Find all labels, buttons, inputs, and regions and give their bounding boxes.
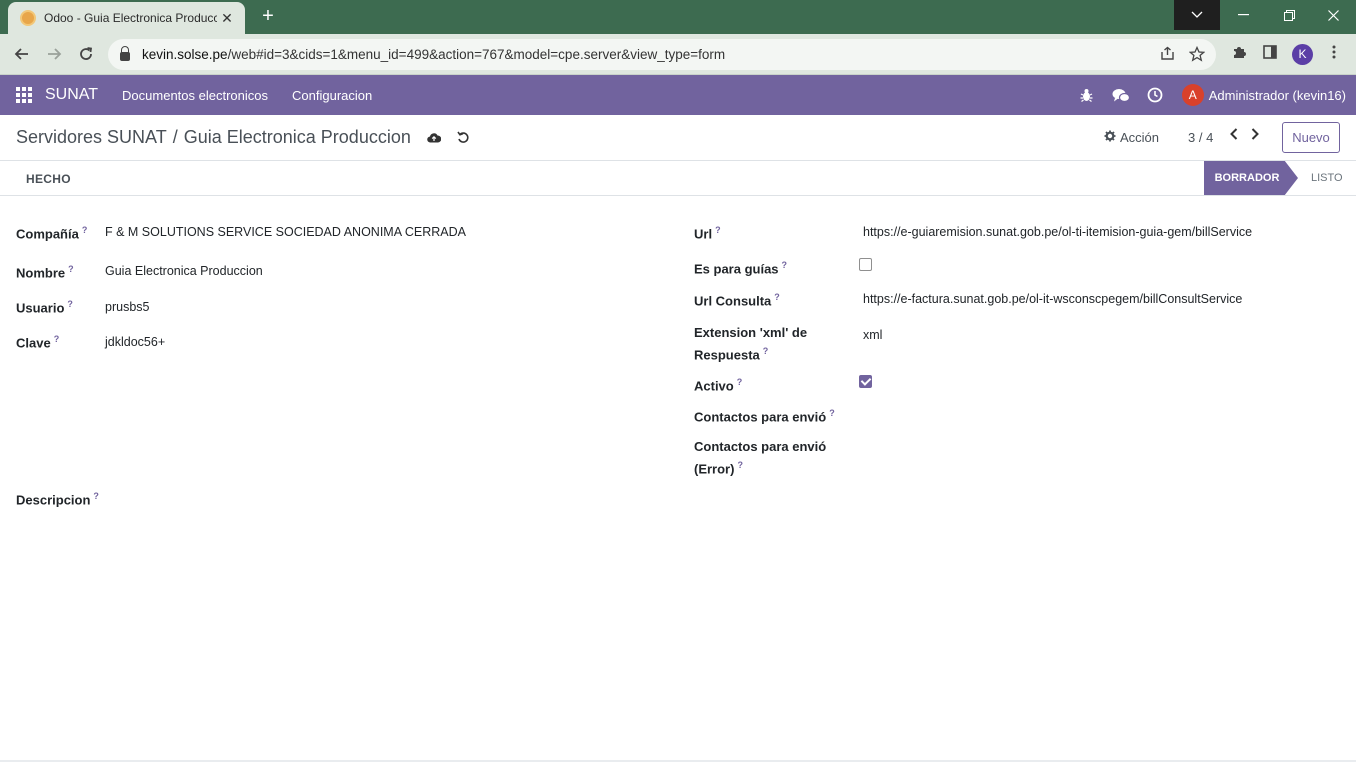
help-tooltip-icon[interactable]: ? xyxy=(737,377,743,387)
contactos-error-label: Contactos para envió (Error)? xyxy=(694,439,827,477)
control-panel: Servidores SUNAT / Guia Electronica Prod… xyxy=(0,115,1356,161)
url-consulta-label: Url Consulta? xyxy=(694,292,780,309)
help-tooltip-icon[interactable]: ? xyxy=(774,292,780,302)
descripcion-label: Descripcion? xyxy=(16,491,99,508)
side-panel-icon[interactable] xyxy=(1260,44,1280,64)
window-close-icon[interactable] xyxy=(1310,0,1356,30)
es-para-guias-label: Es para guías? xyxy=(694,260,788,277)
hecho-button[interactable]: HECHO xyxy=(26,172,71,186)
lock-icon xyxy=(120,46,130,61)
help-tooltip-icon[interactable]: ? xyxy=(93,491,99,501)
nombre-label: Nombre? xyxy=(16,264,74,281)
help-tooltip-icon[interactable]: ? xyxy=(82,225,88,235)
help-tooltip-icon[interactable]: ? xyxy=(715,225,721,235)
url-consulta-value[interactable]: https://e-factura.sunat.gob.pe/ol-it-wsc… xyxy=(863,292,1242,306)
odoo-favicon-icon xyxy=(20,10,36,26)
es-para-guias-checkbox[interactable] xyxy=(859,258,872,271)
forward-arrow-icon[interactable] xyxy=(42,42,66,66)
bug-icon[interactable] xyxy=(1078,86,1096,104)
breadcrumb-separator: / xyxy=(172,127,178,147)
clock-icon[interactable] xyxy=(1146,86,1164,104)
extension-xml-label: Extension 'xml' de Respuesta? xyxy=(694,325,808,363)
cloud-save-icon[interactable] xyxy=(427,131,441,145)
pager-next-icon[interactable] xyxy=(1248,128,1262,144)
reload-icon[interactable] xyxy=(74,42,98,66)
chevron-down-icon[interactable] xyxy=(1174,0,1220,30)
usuario-value[interactable]: prusbs5 xyxy=(105,300,149,314)
window-minimize-icon[interactable] xyxy=(1220,0,1266,30)
address-bar[interactable]: kevin.solse.pe/web#id=3&cids=1&menu_id=4… xyxy=(108,39,1216,70)
help-tooltip-icon[interactable]: ? xyxy=(763,346,769,356)
url-text: kevin.solse.pe/web#id=3&cids=1&menu_id=4… xyxy=(142,47,726,62)
profile-avatar[interactable]: K xyxy=(1292,44,1313,65)
help-tooltip-icon[interactable]: ? xyxy=(782,260,788,270)
usuario-label: Usuario? xyxy=(16,299,73,316)
apps-grid-icon[interactable] xyxy=(16,87,32,103)
star-icon[interactable] xyxy=(1188,45,1206,64)
window-restore-icon[interactable] xyxy=(1266,0,1312,30)
clave-value[interactable]: jdkldoc56+ xyxy=(105,335,165,349)
user-avatar[interactable]: A xyxy=(1181,84,1204,106)
browser-tab-title: Odoo - Guia Electronica Producc xyxy=(44,11,217,25)
new-tab-plus-icon[interactable]: + xyxy=(257,4,279,28)
share-icon[interactable] xyxy=(1158,46,1176,64)
browser-tab[interactable]: Odoo - Guia Electronica Producc ✕ xyxy=(8,2,245,34)
close-icon[interactable]: ✕ xyxy=(217,10,237,27)
action-label: Acción xyxy=(1120,130,1160,145)
app-brand[interactable]: SUNAT xyxy=(45,86,98,104)
stage-borrador[interactable]: BORRADOR xyxy=(1204,161,1298,195)
url-value[interactable]: https://e-guiaremision.sunat.gob.pe/ol-t… xyxy=(863,225,1252,239)
help-tooltip-icon[interactable]: ? xyxy=(54,334,60,344)
clave-label: Clave? xyxy=(16,334,60,351)
help-tooltip-icon[interactable]: ? xyxy=(67,299,73,309)
statusbar: HECHO BORRADOR LISTO xyxy=(0,161,1356,196)
stage-listo[interactable]: LISTO xyxy=(1311,172,1343,184)
browser-tab-strip: Odoo - Guia Electronica Producc ✕ + xyxy=(0,0,1356,34)
back-arrow-icon[interactable] xyxy=(10,42,34,66)
breadcrumb: Servidores SUNAT / Guia Electronica Prod… xyxy=(16,127,471,148)
new-record-button[interactable]: Nuevo xyxy=(1282,122,1340,153)
extension-xml-value[interactable]: xml xyxy=(863,328,882,342)
breadcrumb-parent-link[interactable]: Servidores SUNAT xyxy=(16,127,167,148)
breadcrumb-current: Guia Electronica Produccion xyxy=(183,127,411,147)
help-tooltip-icon[interactable]: ? xyxy=(829,408,835,418)
kebab-menu-icon[interactable] xyxy=(1324,44,1344,64)
url-label: Url? xyxy=(694,225,721,242)
user-menu[interactable]: Administrador (kevin16) xyxy=(1209,88,1346,103)
menu-configuracion[interactable]: Configuracion xyxy=(292,88,372,103)
activo-label: Activo? xyxy=(694,377,743,394)
browser-toolbar: kevin.solse.pe/web#id=3&cids=1&menu_id=4… xyxy=(0,34,1356,75)
gear-icon xyxy=(1104,130,1116,145)
help-tooltip-icon[interactable]: ? xyxy=(737,460,743,470)
compania-value[interactable]: F & M SOLUTIONS SERVICE SOCIEDAD ANONIMA… xyxy=(105,225,466,239)
activo-checkbox[interactable] xyxy=(859,375,872,388)
odoo-navbar: SUNAT Documentos electronicos Configurac… xyxy=(0,75,1356,115)
discard-undo-icon[interactable] xyxy=(457,131,471,145)
pager-previous-icon[interactable] xyxy=(1227,128,1241,144)
compania-label: Compañía? xyxy=(16,225,88,242)
contactos-label: Contactos para envió? xyxy=(694,408,835,425)
nombre-value[interactable]: Guia Electronica Produccion xyxy=(105,264,263,278)
pager-value[interactable]: 3 / 4 xyxy=(1188,130,1213,145)
menu-documentos-electronicos[interactable]: Documentos electronicos xyxy=(122,88,268,103)
help-tooltip-icon[interactable]: ? xyxy=(68,264,74,274)
chat-bubbles-icon[interactable] xyxy=(1112,86,1130,104)
extensions-puzzle-icon[interactable] xyxy=(1229,44,1249,64)
action-menu-button[interactable]: Acción xyxy=(1104,130,1159,145)
